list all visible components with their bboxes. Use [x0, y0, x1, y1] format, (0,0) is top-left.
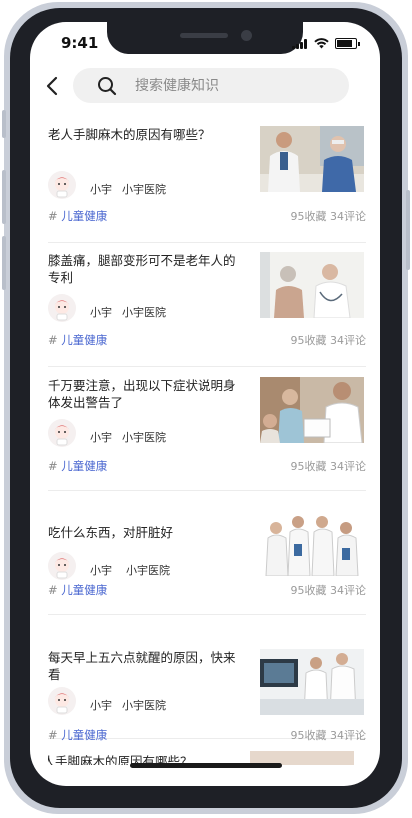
back-arrow-icon — [46, 76, 58, 96]
author-avatar — [48, 552, 76, 580]
notch — [107, 22, 303, 54]
article-stats: 95收藏 34评论 — [291, 458, 367, 474]
favorites-count: 95收藏 — [290, 460, 327, 473]
wifi-icon — [314, 38, 329, 49]
side-button — [2, 170, 6, 224]
article-thumbnail[interactable] — [260, 510, 364, 576]
author-name: 小宇 — [90, 306, 112, 319]
tag-label: 儿童健康 — [61, 333, 108, 347]
article-tag[interactable]: # 儿童健康 — [48, 332, 107, 348]
search-box[interactable] — [73, 68, 349, 103]
hospital-name: 小宇医院 — [122, 431, 166, 444]
author-avatar — [48, 687, 76, 715]
phone-screen: 9:41 老人手脚麻木的 — [30, 22, 380, 786]
article-stats: 95收藏 34评论 — [291, 582, 367, 598]
favorites-count: 95收藏 — [290, 584, 327, 597]
article-card[interactable]: 吃什么东西，对肝脏好 小宇 小宇医院 # 儿童健康 95收藏 34评论 — [48, 490, 366, 615]
comments-count: 34评论 — [330, 334, 366, 347]
tag-hash: # — [48, 728, 58, 742]
article-title[interactable]: 老人手脚麻木的原因有哪些？ — [48, 126, 240, 143]
tag-hash: # — [48, 333, 58, 347]
tag-label: 儿童健康 — [61, 728, 108, 742]
article-card[interactable]: 千万要注意，出现以下症状说明身体发出警告了 小宇 小宇医院 # 儿童健康 95收… — [48, 366, 366, 491]
article-stats: 95收藏 34评论 — [291, 208, 367, 224]
back-button[interactable] — [42, 72, 66, 100]
search-input[interactable] — [135, 68, 335, 103]
favorites-count: 95收藏 — [290, 334, 327, 347]
tag-label: 儿童健康 — [61, 459, 108, 473]
tag-hash: # — [48, 459, 58, 473]
article-stats: 95收藏 34评论 — [291, 727, 367, 743]
status-icons — [292, 38, 360, 49]
home-indicator[interactable] — [130, 763, 282, 768]
article-card[interactable]: 膝盖痛，腿部变形可不是老年人的专利 小宇 小宇医院 # 儿童健康 95收藏 34… — [48, 242, 366, 367]
article-tag[interactable]: # 儿童健康 — [48, 458, 107, 474]
side-button — [406, 190, 410, 270]
comments-count: 34评论 — [330, 460, 366, 473]
comments-count: 34评论 — [330, 210, 366, 223]
tag-hash: # — [48, 209, 58, 223]
side-button — [2, 110, 6, 138]
hospital-name: 小宇医院 — [122, 306, 166, 319]
article-tag[interactable]: # 儿童健康 — [48, 582, 107, 598]
author-name: 小宇 — [90, 431, 112, 444]
author-avatar — [48, 171, 76, 199]
tag-label: 儿童健康 — [61, 583, 108, 597]
hospital-name: 小宇医院 — [122, 699, 166, 712]
tag-label: 儿童健康 — [61, 209, 108, 223]
author-avatar — [48, 294, 76, 322]
camera — [241, 30, 252, 41]
article-stats: 95收藏 34评论 — [291, 332, 367, 348]
battery-icon — [335, 38, 357, 49]
comments-count: 34评论 — [330, 729, 366, 742]
side-button — [2, 236, 6, 290]
article-thumbnail[interactable] — [260, 649, 364, 715]
tag-hash: # — [48, 583, 58, 597]
article-title[interactable]: 每天早上五六点就醒的原因，快来看 — [48, 649, 240, 683]
article-thumbnail[interactable] — [260, 126, 364, 192]
search-icon — [98, 77, 117, 96]
article-card[interactable]: 老人手脚麻木的原因有哪些？ 小宇 小宇医院 # 儿童健康 95收藏 34评论 — [48, 118, 366, 243]
author-avatar — [48, 419, 76, 447]
author-name: 小宇 — [90, 564, 112, 577]
signal-icon — [292, 38, 308, 49]
status-time: 9:41 — [61, 34, 99, 52]
hospital-name: 小宇医院 — [122, 183, 166, 196]
article-title[interactable]: 吃什么东西，对肝脏好 — [48, 524, 240, 541]
comments-count: 34评论 — [330, 584, 366, 597]
author-name: 小宇 — [90, 699, 112, 712]
article-thumbnail[interactable] — [260, 377, 364, 443]
author-name: 小宇 — [90, 183, 112, 196]
hospital-name: 小宇医院 — [126, 564, 170, 577]
article-tag[interactable]: # 儿童健康 — [48, 727, 107, 743]
favorites-count: 95收藏 — [290, 729, 327, 742]
favorites-count: 95收藏 — [290, 210, 327, 223]
speaker — [180, 33, 228, 38]
article-tag[interactable]: # 儿童健康 — [48, 208, 107, 224]
article-thumbnail[interactable] — [260, 252, 364, 318]
top-bar — [30, 68, 380, 104]
article-title[interactable]: 千万要注意，出现以下症状说明身体发出警告了 — [48, 377, 240, 411]
article-card[interactable]: 每天早上五六点就醒的原因，快来看 小宇 小宇医院 # 儿童健康 95收藏 34评… — [48, 614, 366, 742]
article-title[interactable]: 膝盖痛，腿部变形可不是老年人的专利 — [48, 252, 240, 286]
